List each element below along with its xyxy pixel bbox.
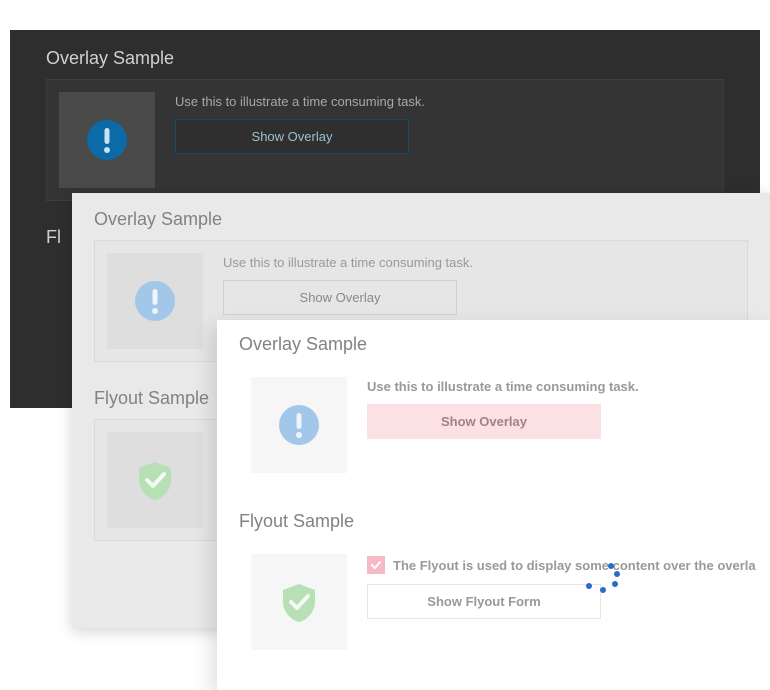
- overlay-section-title: Overlay Sample: [239, 334, 748, 355]
- overlay-card: Use this to illustrate a time consuming …: [239, 365, 748, 485]
- check-icon: [370, 559, 382, 571]
- overlay-card: Use this to illustrate a time consuming …: [46, 79, 724, 201]
- overlay-section-title: Overlay Sample: [94, 209, 748, 230]
- overlay-desc: Use this to illustrate a time consuming …: [223, 255, 735, 270]
- overlay-icon-tile: [251, 377, 347, 473]
- flyout-icon-tile: [107, 432, 203, 528]
- flyout-check-row: The Flyout is used to display some conte…: [367, 556, 756, 574]
- overlay-content: Use this to illustrate a time consuming …: [175, 92, 711, 188]
- shield-check-icon: [277, 580, 321, 624]
- overlay-desc: Use this to illustrate a time consuming …: [175, 94, 711, 109]
- exclamation-circle-icon: [133, 279, 177, 323]
- exclamation-circle-icon: [85, 118, 129, 162]
- shield-check-icon: [133, 458, 177, 502]
- show-overlay-button[interactable]: Show Overlay: [367, 404, 601, 439]
- loading-spinner-icon: [576, 555, 626, 605]
- flyout-checkbox[interactable]: [367, 556, 385, 574]
- overlay-desc: Use this to illustrate a time consuming …: [367, 379, 736, 394]
- exclamation-circle-icon: [277, 403, 321, 447]
- overlay-icon-tile: [107, 253, 203, 349]
- show-flyout-form-button[interactable]: Show Flyout Form: [367, 584, 601, 619]
- show-overlay-button[interactable]: Show Overlay: [175, 119, 409, 154]
- flyout-card: The Flyout is used to display some conte…: [239, 542, 748, 662]
- theme-layer-white: Overlay Sample Use this to illustrate a …: [217, 320, 770, 690]
- overlay-content: Use this to illustrate a time consuming …: [367, 377, 736, 473]
- overlay-icon-tile: [59, 92, 155, 188]
- show-overlay-button[interactable]: Show Overlay: [223, 280, 457, 315]
- overlay-section-title: Overlay Sample: [46, 48, 724, 69]
- flyout-content: The Flyout is used to display some conte…: [367, 554, 756, 650]
- flyout-check-label: The Flyout is used to display some conte…: [393, 558, 756, 573]
- flyout-icon-tile: [251, 554, 347, 650]
- flyout-section-title: Flyout Sample: [239, 511, 748, 532]
